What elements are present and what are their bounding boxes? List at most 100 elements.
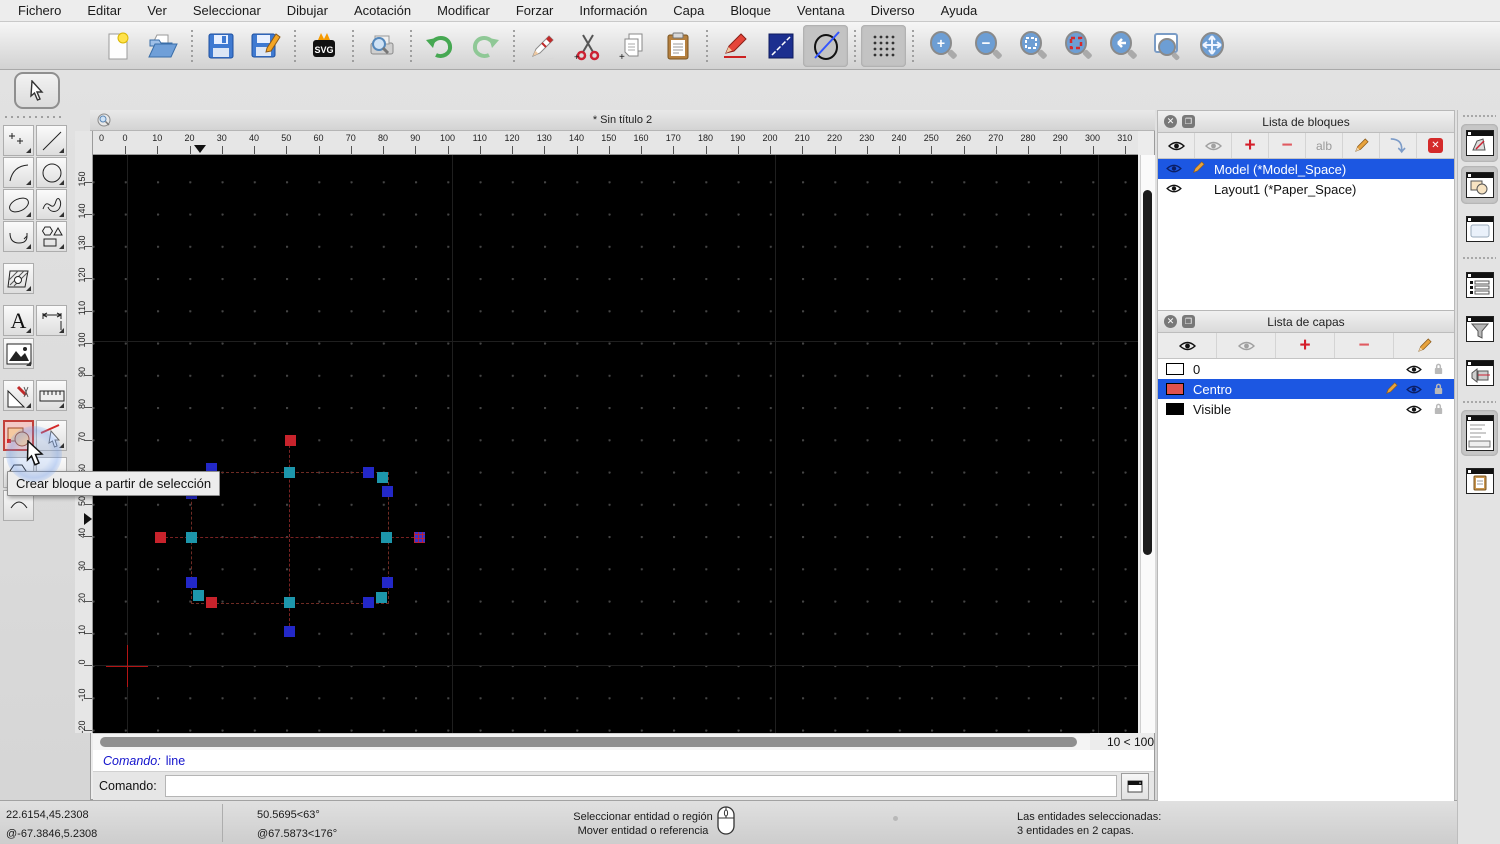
- entity-list-toggle-button[interactable]: [1461, 266, 1498, 304]
- block-list-toggle-button[interactable]: [1461, 166, 1498, 204]
- spline-tool-button[interactable]: [36, 189, 67, 220]
- close-panel-icon[interactable]: ✕: [1164, 115, 1177, 128]
- selection-handle-cyan[interactable]: [185, 531, 197, 543]
- line-attributes-button[interactable]: [758, 25, 803, 67]
- menu-item-forzar[interactable]: Forzar: [516, 3, 554, 18]
- eye-icon[interactable]: [1406, 363, 1422, 378]
- delete-block-button[interactable]: ✕: [1417, 133, 1454, 158]
- arc-tool-button[interactable]: [3, 157, 34, 188]
- shapes-tool-button[interactable]: [36, 221, 67, 252]
- menu-item-ver[interactable]: Ver: [147, 3, 167, 18]
- layer-list-item[interactable]: 0: [1158, 359, 1454, 379]
- command-input[interactable]: [164, 775, 1117, 797]
- menu-item-ventana[interactable]: Ventana: [797, 3, 845, 18]
- points-tool-button[interactable]: [3, 125, 34, 156]
- library-browser-toggle-button[interactable]: [1461, 210, 1498, 248]
- menu-item-diverso[interactable]: Diverso: [871, 3, 915, 18]
- save-as-button[interactable]: [243, 25, 288, 67]
- selection-handle-cyan[interactable]: [380, 531, 392, 543]
- lock-icon[interactable]: [1433, 382, 1444, 398]
- menu-item-seleccionar[interactable]: Seleccionar: [193, 3, 261, 18]
- image-tool-button[interactable]: [3, 338, 34, 369]
- lock-icon[interactable]: [1433, 402, 1444, 418]
- cut-button[interactable]: +: [565, 25, 610, 67]
- text-tool-button[interactable]: A: [3, 305, 34, 336]
- block-explorer-toggle-button[interactable]: [1461, 354, 1498, 392]
- selection-handle-blue[interactable]: [362, 466, 374, 478]
- line-tool-button[interactable]: [36, 125, 67, 156]
- horizontal-scrollbar-thumb[interactable]: [100, 737, 1077, 747]
- menu-item-modificar[interactable]: Modificar: [437, 3, 490, 18]
- lock-icon[interactable]: [1433, 362, 1444, 378]
- clipboard-widget-toggle-button[interactable]: [1461, 462, 1498, 500]
- draw-pencil-button[interactable]: [713, 25, 758, 67]
- layer-list-toggle-button[interactable]: [1461, 124, 1498, 162]
- show-all-layers-button[interactable]: [1158, 333, 1217, 358]
- eye-icon[interactable]: [1166, 162, 1182, 177]
- pencil-icon[interactable]: [1192, 161, 1206, 177]
- eye-icon[interactable]: [1406, 383, 1422, 398]
- eye-icon[interactable]: [1406, 403, 1422, 418]
- horizontal-scrollbar[interactable]: [93, 733, 1090, 750]
- zoom-in-button[interactable]: +: [919, 25, 964, 67]
- insert-block-button[interactable]: ⤵: [1380, 133, 1417, 158]
- grid-toggle-button[interactable]: [861, 24, 906, 67]
- new-file-button[interactable]: [95, 25, 140, 67]
- show-all-blocks-button[interactable]: [1158, 133, 1195, 158]
- rename-block-button[interactable]: alb: [1306, 133, 1343, 158]
- eye-icon[interactable]: [1166, 182, 1182, 197]
- zoom-previous-button[interactable]: [1099, 25, 1144, 67]
- selection-handle-cyan[interactable]: [192, 589, 204, 601]
- paste-button[interactable]: [655, 25, 700, 67]
- zoom-selection-button[interactable]: [1054, 25, 1099, 67]
- vertical-scrollbar[interactable]: [1140, 155, 1155, 733]
- selection-handle-cyan[interactable]: [376, 471, 388, 483]
- draft-mode-button[interactable]: [803, 24, 848, 67]
- zoom-window-button[interactable]: [1144, 25, 1189, 67]
- remove-block-button[interactable]: −: [1269, 133, 1306, 158]
- block-list-item[interactable]: Model (*Model_Space): [1158, 159, 1454, 179]
- menu-item-bloque[interactable]: Bloque: [730, 3, 770, 18]
- command-widget-toggle-button[interactable]: [1461, 410, 1498, 456]
- undo-button[interactable]: [417, 25, 462, 67]
- menu-item-dibujar[interactable]: Dibujar: [287, 3, 328, 18]
- selection-handle-cyan[interactable]: [283, 596, 295, 608]
- command-options-button[interactable]: [1120, 772, 1149, 800]
- selection-handle-cyan[interactable]: [375, 591, 387, 603]
- circle-tool-button[interactable]: [36, 157, 67, 188]
- selection-handle-blue[interactable]: [362, 596, 374, 608]
- selection-filter-toggle-button[interactable]: [1461, 310, 1498, 348]
- block-list-item[interactable]: Layout1 (*Paper_Space): [1158, 179, 1454, 199]
- selection-handle-cyan[interactable]: [283, 466, 295, 478]
- zoom-out-button[interactable]: −: [964, 25, 1009, 67]
- menu-item-acotación[interactable]: Acotación: [354, 3, 411, 18]
- svg-export-button[interactable]: SVG: [301, 25, 346, 67]
- edit-layer-button[interactable]: [1394, 333, 1454, 358]
- remove-layer-button[interactable]: −: [1335, 333, 1394, 358]
- vertical-scrollbar-thumb[interactable]: [1143, 190, 1152, 555]
- add-block-button[interactable]: +: [1232, 133, 1269, 158]
- selection-handle-blue[interactable]: [381, 485, 393, 497]
- close-panel-icon[interactable]: ✕: [1164, 315, 1177, 328]
- hide-all-layers-button[interactable]: [1217, 333, 1276, 358]
- zoom-pan-button[interactable]: [1189, 25, 1234, 67]
- save-button[interactable]: [198, 25, 243, 67]
- menu-item-ayuda[interactable]: Ayuda: [941, 3, 978, 18]
- menu-item-capa[interactable]: Capa: [673, 3, 704, 18]
- edit-pencil-button[interactable]: [520, 25, 565, 67]
- print-preview-button[interactable]: [359, 25, 404, 67]
- measure-tool-button[interactable]: [3, 380, 34, 411]
- select-tool-button[interactable]: [14, 72, 60, 109]
- selection-handle-blue[interactable]: [283, 625, 295, 637]
- selected-rectangle-entity[interactable]: [191, 472, 389, 604]
- selection-handle-red[interactable]: [154, 531, 166, 543]
- menu-item-fichero[interactable]: Fichero: [18, 3, 61, 18]
- hatch-tool-button[interactable]: [3, 263, 34, 294]
- selection-handle-red[interactable]: [205, 596, 217, 608]
- hide-all-blocks-button[interactable]: [1195, 133, 1232, 158]
- selection-handle-red[interactable]: [284, 434, 296, 446]
- detach-panel-icon[interactable]: ❐: [1182, 315, 1195, 328]
- selection-handle-blue[interactable]: [185, 576, 197, 588]
- redo-button[interactable]: [462, 25, 507, 67]
- zoom-auto-button[interactable]: [1009, 25, 1054, 67]
